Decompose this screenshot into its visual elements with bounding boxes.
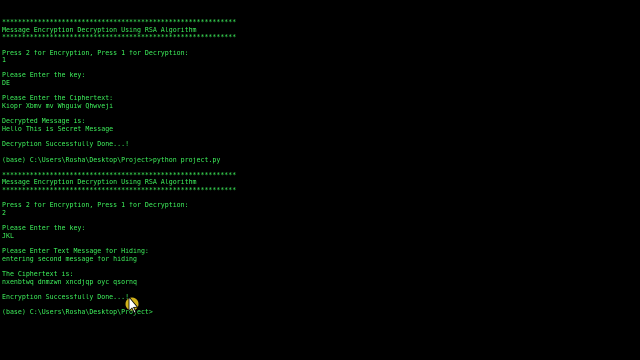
terminal-line: Message Encryption Decryption Using RSA …: [2, 179, 197, 187]
mouse-cursor-icon: [125, 296, 139, 314]
terminal-line: (base) C:\Users\Rosha\Desktop\Project>: [2, 309, 153, 317]
terminal-line: Decrypted Message is:: [2, 118, 86, 126]
terminal-window[interactable]: ****************************************…: [0, 0, 640, 360]
terminal-line: ****************************************…: [2, 171, 237, 179]
terminal-line: Encryption Successfully Done...!: [2, 294, 130, 302]
terminal-line: ****************************************…: [2, 19, 237, 26]
terminal-line: Please Enter the key:: [2, 225, 86, 233]
terminal-line: Press 2 for Encryption, Press 1 for Decr…: [2, 49, 189, 57]
terminal-line: 2: [2, 210, 6, 218]
terminal-line: Please Enter Text Message for Hiding:: [2, 248, 149, 256]
terminal-line: JKL: [2, 232, 14, 240]
terminal-line: Please Enter the key:: [2, 72, 86, 80]
terminal-line: Kiopr Xbmv mv Whguiw Qhwveji: [2, 103, 114, 111]
terminal-line: Message Encryption Decryption Using RSA …: [2, 26, 197, 34]
terminal-line: ****************************************…: [2, 187, 237, 195]
terminal-line: DE: [2, 80, 10, 88]
terminal-line: Hello This is Secret Message: [2, 125, 114, 133]
terminal-line: entering second message for hiding: [2, 255, 137, 263]
terminal-line: Press 2 for Encryption, Press 1 for Decr…: [2, 202, 189, 210]
terminal-line: Decryption Successfully Done...!: [2, 141, 130, 149]
terminal-line: The Ciphertext is:: [2, 271, 74, 279]
terminal-line: (base) C:\Users\Rosha\Desktop\Project>py…: [2, 156, 221, 164]
terminal-line: 1: [2, 57, 6, 65]
terminal-line: ****************************************…: [2, 34, 237, 42]
terminal-output: ****************************************…: [2, 19, 638, 317]
terminal-line: Please Enter the Ciphertext:: [2, 95, 114, 103]
terminal-line: nxenbtwq dnmzwn xncdjqp oyc qsornq: [2, 278, 137, 286]
